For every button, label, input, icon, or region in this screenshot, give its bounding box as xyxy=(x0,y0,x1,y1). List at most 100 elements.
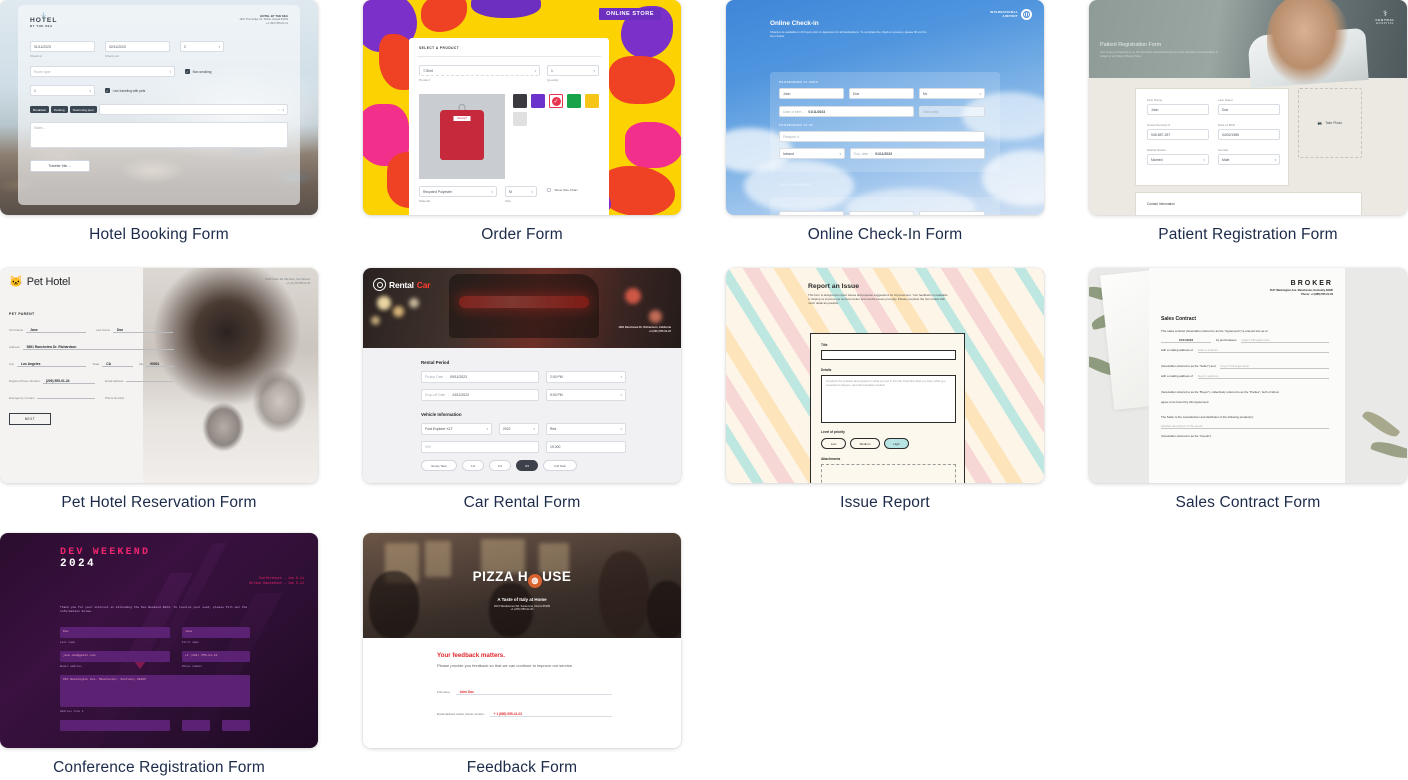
template-card-pet-hotel-reservation-form[interactable]: 🐱 Pet Hotel 4140 Parker Rd. Allentown, N… xyxy=(0,268,318,512)
passenger-title-select[interactable]: Mr. ▾ xyxy=(919,88,985,99)
template-card-order-form[interactable]: ONLINE STORE SELECT A PRODUCT T-Shirt ▾ P… xyxy=(363,0,681,244)
pickup-date-input[interactable]: Pickup Date | 09/11/2023 xyxy=(421,371,539,383)
feedback-name-input[interactable]: John Doe xyxy=(455,690,612,695)
notify-title-select[interactable]: Mr.▾ xyxy=(919,211,985,215)
template-thumbnail-hotel-booking-form[interactable]: ⚓ HOTEL BY THE SEA HOTEL BY THE SEA 1901… xyxy=(0,0,318,215)
room-type-select[interactable]: Room type ▾ xyxy=(30,66,175,77)
fuel-option-full-tank[interactable]: Full Tank xyxy=(543,460,577,471)
template-card-conference-registration-form[interactable]: DEV WEEKEND 2024 Conferences → Jun 9-11 … xyxy=(0,533,318,777)
vin-input[interactable]: VIN xyxy=(421,441,539,453)
ssn-input[interactable]: 945-657-257 xyxy=(1147,129,1209,140)
quantity-select[interactable]: 1 ▾ xyxy=(547,65,599,76)
template-thumbnail-pet-hotel-reservation-form[interactable]: 🐱 Pet Hotel 4140 Parker Rd. Allentown, N… xyxy=(0,268,318,483)
passenger-nationality-input[interactable]: Nationality xyxy=(919,106,985,117)
fuel-level-group[interactable]: Empty Tank 1/4 1/2 3/4 Full Tank xyxy=(421,460,626,471)
show-size-chart-checkbox[interactable]: Show Size Chart xyxy=(547,188,577,193)
vehicle-color-select[interactable]: Red ▾ xyxy=(546,423,626,435)
traveling-with-pets-checkbox[interactable]: ✓ I am traveling with pets xyxy=(105,88,145,93)
notify-last-name-input[interactable]: Doe xyxy=(849,211,914,215)
template-thumbnail-online-check-in-form[interactable]: INTERNATIONAL AIRPORT Online Check-in Ch… xyxy=(726,0,1044,215)
passenger-dob-input[interactable]: Date of birth | 01/11/2023 xyxy=(779,106,914,117)
buyer-name-input[interactable]: buyer's full legal name xyxy=(1220,364,1329,369)
pickup-time-select[interactable]: 2:00 PM ▾ xyxy=(546,371,626,383)
traveler-info-button[interactable]: Traveler Info → xyxy=(30,160,90,172)
buyer-address-input[interactable]: buyer's address xyxy=(1197,374,1329,379)
template-thumbnail-sales-contract-form[interactable]: BROKER 4517 Washington Ave. Manchester, … xyxy=(1089,268,1407,483)
amenities-multiselect[interactable]: Breakfast Parking Swimming pool ⌕ ▾ xyxy=(30,104,288,115)
priority-option-low[interactable]: Low xyxy=(821,438,846,449)
issue-attachments-dropzone[interactable] xyxy=(821,464,956,483)
pet-state-input[interactable]: CA xyxy=(102,362,134,367)
pet-next-button[interactable]: NEXT xyxy=(9,413,51,425)
amenity-chip-swimming-pool[interactable]: Swimming pool xyxy=(69,105,97,114)
contract-date-input[interactable]: 01/11/2023 xyxy=(1161,338,1211,343)
passport-number-input[interactable]: Passport # xyxy=(779,131,985,142)
dropoff-date-input[interactable]: Drop-off Date | 24/11/2023 xyxy=(421,389,539,401)
feedback-contact-input[interactable]: + 1 (880) 555-41-23 xyxy=(489,712,612,717)
gender-select[interactable]: Male ▾ xyxy=(1218,154,1280,165)
passenger-first-name-input[interactable]: John xyxy=(779,88,844,99)
pet-emergency-input[interactable] xyxy=(37,398,95,399)
mileage-input[interactable]: 19,000 xyxy=(546,441,626,453)
rooms-select[interactable]: 1 ▾ xyxy=(30,85,95,96)
checkout-date-input[interactable]: 02/11/2023 xyxy=(105,41,170,52)
last-name-input[interactable]: Doe xyxy=(1218,104,1280,115)
passport-country-select[interactable]: Iceland ▾ xyxy=(779,148,845,159)
priority-option-high-selected[interactable]: High xyxy=(884,438,909,449)
template-thumbnail-patient-registration-form[interactable]: ⚕ CENTRAL HOSPITAL Patient Registration … xyxy=(1089,0,1407,215)
conference-email-input[interactable]: jane.doe@gmail.com xyxy=(60,651,170,662)
conference-address-input[interactable]: 651 Washington Ave. Manchester, Kentucky… xyxy=(60,675,250,707)
pet-email-input[interactable] xyxy=(126,381,173,382)
product-select[interactable]: T-Shirt ▾ xyxy=(419,65,540,76)
pet-city-input[interactable]: Los Angeles xyxy=(16,362,87,367)
seller-name-input[interactable]: seller's full legal name xyxy=(1241,338,1329,343)
passenger-last-name-input[interactable]: Doe xyxy=(849,88,914,99)
amenity-chip-breakfast[interactable]: Breakfast xyxy=(30,105,50,114)
first-name-input[interactable]: John xyxy=(1147,104,1209,115)
template-card-sales-contract-form[interactable]: BROKER 4517 Washington Ave. Manchester, … xyxy=(1089,268,1407,512)
template-thumbnail-issue-report[interactable]: Report an Issue This form is designed to… xyxy=(726,268,1044,483)
conference-state-input[interactable] xyxy=(182,720,210,731)
vehicle-model-select[interactable]: Ford Explorer XLT ▾ xyxy=(421,423,492,435)
template-thumbnail-order-form[interactable]: ONLINE STORE SELECT A PRODUCT T-Shirt ▾ P… xyxy=(363,0,681,215)
pet-last-name-input[interactable]: Doe xyxy=(112,328,173,333)
color-swatch-charcoal[interactable] xyxy=(513,94,527,108)
color-swatch-purple[interactable] xyxy=(531,94,545,108)
color-swatch-green[interactable] xyxy=(567,94,581,108)
fuel-option-three-quarter-selected[interactable]: 3/4 xyxy=(516,460,538,471)
notes-textarea[interactable]: Notes... xyxy=(30,122,288,148)
pet-zip-input[interactable]: 90001 xyxy=(146,362,174,367)
size-select[interactable]: M ▾ xyxy=(505,186,537,197)
fuel-option-empty-tank[interactable]: Empty Tank xyxy=(421,460,457,471)
amenities-input[interactable]: ⌕ ▾ xyxy=(98,104,288,115)
issue-title-input[interactable] xyxy=(821,350,956,360)
template-thumbnail-feedback-form[interactable]: PIZZA H ◍ USE A Taste of Italy at Home 297… xyxy=(363,533,681,748)
material-select[interactable]: Recycled Polyester ▾ xyxy=(419,186,497,197)
color-swatch-red-selected[interactable]: ✓ xyxy=(549,94,563,108)
take-photo-dropzone[interactable]: 📷 Take Photo xyxy=(1298,88,1362,158)
non-smoking-checkbox[interactable]: ✓ Non-smoking xyxy=(185,69,211,74)
fuel-option-quarter[interactable]: 1/4 xyxy=(462,460,484,471)
amenity-chip-parking[interactable]: Parking xyxy=(51,105,68,114)
template-card-hotel-booking-form[interactable]: ⚓ HOTEL BY THE SEA HOTEL BY THE SEA 1901… xyxy=(0,0,318,244)
priority-option-medium[interactable]: Medium xyxy=(850,438,880,449)
add-passenger-button[interactable]: ADD PASSENGER xyxy=(779,183,812,187)
color-swatch-group[interactable]: ✓ xyxy=(513,94,599,126)
conference-city-input[interactable] xyxy=(60,720,170,731)
color-swatch-yellow[interactable] xyxy=(585,94,599,108)
vehicle-year-select[interactable]: 2022 ▾ xyxy=(499,423,539,435)
issue-details-textarea[interactable]: Introduce the problem and expand on what… xyxy=(821,375,956,423)
template-card-patient-registration-form[interactable]: ⚕ CENTRAL HOSPITAL Patient Registration … xyxy=(1089,0,1407,244)
conference-phone-input[interactable]: +1 (201) 555-01-24 xyxy=(182,651,250,662)
checkin-date-input[interactable]: 01/11/2023 xyxy=(30,41,95,52)
marital-status-select[interactable]: Married ▾ xyxy=(1147,154,1209,165)
dob-input[interactable]: 04/02/1985 xyxy=(1218,129,1280,140)
template-thumbnail-car-rental-form[interactable]: Rental Car 1691 Ranchview Dr. Richardson… xyxy=(363,268,681,483)
fuel-option-half[interactable]: 1/2 xyxy=(489,460,511,471)
template-card-online-check-in-form[interactable]: INTERNATIONAL AIRPORT Online Check-in Ch… xyxy=(726,0,1044,244)
template-card-car-rental-form[interactable]: Rental Car 1691 Ranchview Dr. Richardson… xyxy=(363,268,681,512)
pet-phone-input[interactable]: (209) 555-01-24 xyxy=(42,379,95,384)
template-card-issue-report[interactable]: Report an Issue This form is designed to… xyxy=(726,268,1044,512)
issue-priority-group[interactable]: Low Medium High xyxy=(821,438,909,449)
conference-zip-input[interactable] xyxy=(222,720,250,731)
